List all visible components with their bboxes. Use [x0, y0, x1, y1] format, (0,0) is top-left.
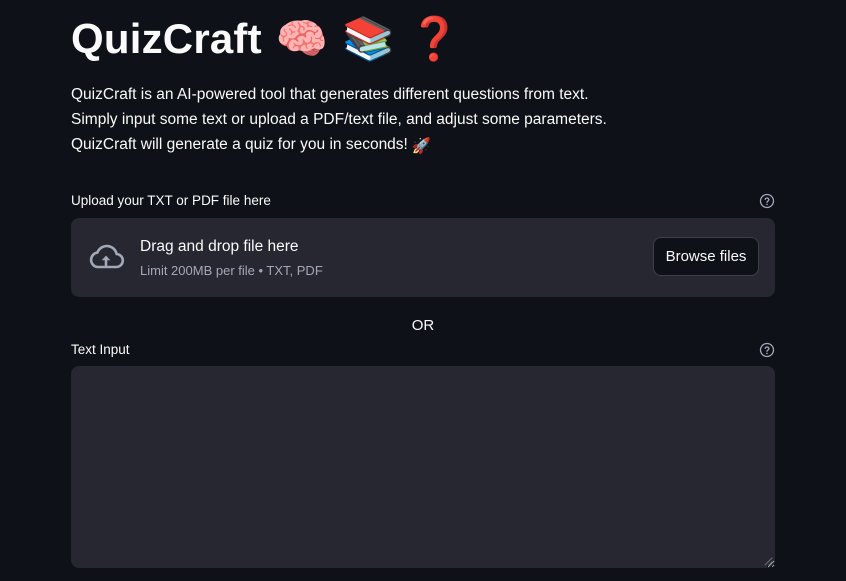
main-container: QuizCraft 🧠 📚 ❓ QuizCraft is an AI-power… — [71, 0, 775, 581]
dropzone-title: Drag and drop file here — [140, 238, 299, 255]
dropzone-subtitle: Limit 200MB per file • TXT, PDF — [140, 263, 323, 278]
rocket-emoji-icon: 🚀 — [411, 138, 432, 155]
text-input-textarea[interactable] — [71, 366, 775, 568]
text-input-label: Text Input — [71, 342, 130, 357]
question-circle-icon[interactable] — [759, 342, 775, 358]
title-text: QuizCraft — [71, 15, 262, 62]
uploader-label: Upload your TXT or PDF file here — [71, 193, 271, 208]
page-title: QuizCraft 🧠 📚 ❓ — [71, 10, 461, 68]
brain-emoji-icon: 🧠 — [275, 15, 329, 62]
browse-files-button[interactable]: Browse files — [653, 237, 759, 276]
or-separator: OR — [411, 317, 435, 334]
description-line: QuizCraft is an AI-powered tool that gen… — [71, 86, 589, 103]
question-circle-icon[interactable] — [759, 193, 775, 209]
books-emoji-icon: 📚 — [342, 15, 395, 62]
cloud-upload-icon — [89, 244, 125, 269]
question-mark-emoji-icon: ❓ — [408, 15, 461, 62]
description-line-text: QuizCraft will generate a quiz for you i… — [71, 136, 408, 153]
text-input-wrapper — [71, 366, 775, 568]
description-line: QuizCraft will generate a quiz for you i… — [71, 132, 775, 159]
description-line: Simply input some text or upload a PDF/t… — [71, 111, 607, 128]
description: QuizCraft is an AI-powered tool that gen… — [71, 82, 775, 159]
file-dropzone[interactable]: Drag and drop file here Limit 200MB per … — [71, 218, 775, 297]
